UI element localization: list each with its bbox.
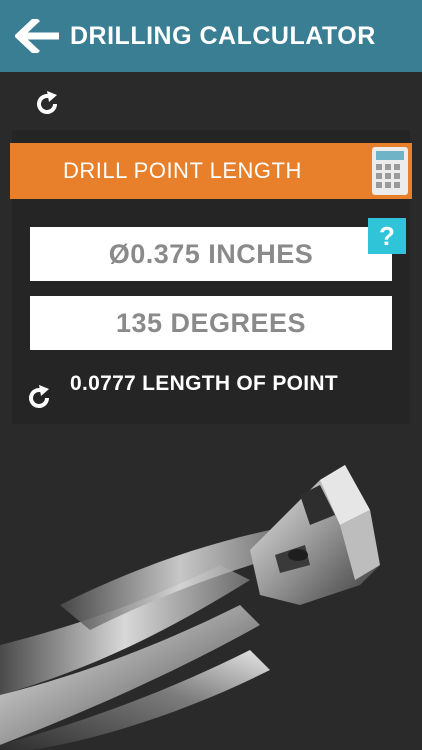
diameter-input[interactable]: Ø0.375 INCHES — [30, 227, 392, 281]
reset-all-button[interactable] — [33, 90, 61, 118]
refresh-icon — [37, 91, 57, 114]
drill-bit-illustration — [0, 465, 380, 750]
reset-result-button[interactable] — [25, 384, 53, 412]
result-text: 0.0777 LENGTH OF POINT — [70, 372, 338, 395]
page-title: DRILLING CALCULATOR — [70, 21, 376, 50]
point-angle-input[interactable]: 135 DEGREES — [30, 296, 392, 350]
calculator-icon — [372, 147, 408, 195]
app-header: DRILLING CALCULATOR — [0, 0, 422, 72]
mode-label: DRILL POINT LENGTH — [63, 158, 302, 183]
back-button[interactable] — [12, 14, 64, 58]
help-button[interactable]: ? — [368, 218, 406, 254]
arrow-left-icon — [15, 19, 59, 53]
refresh-icon — [29, 385, 49, 408]
calculation-mode-selector[interactable]: DRILL POINT LENGTH — [10, 143, 412, 199]
